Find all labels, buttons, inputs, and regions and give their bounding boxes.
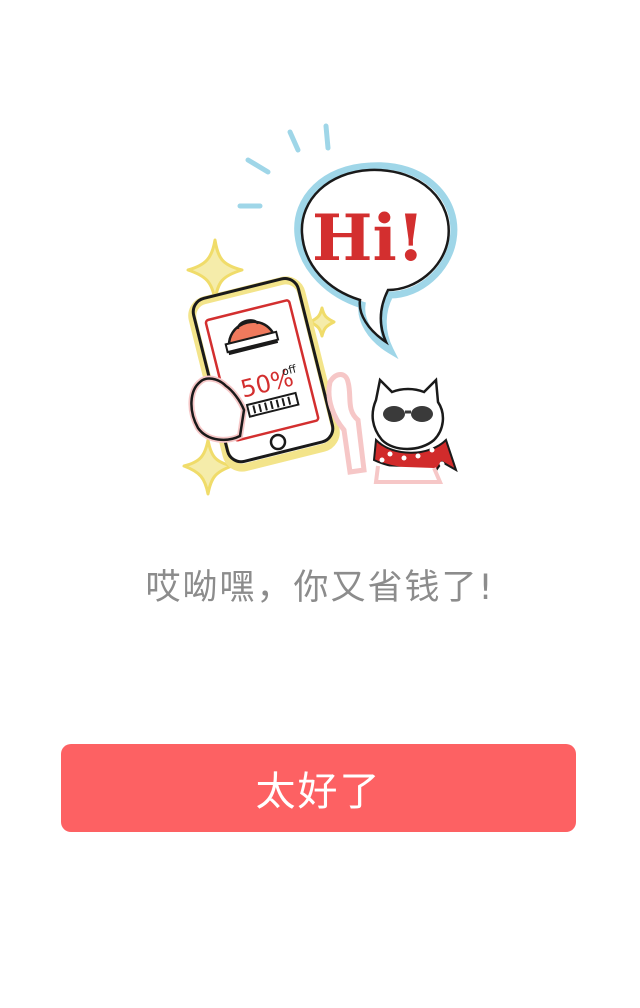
speech-text: Hi! bbox=[312, 201, 425, 276]
savings-illustration: Hi! 50% off bbox=[170, 110, 470, 510]
phone-icon: 50% off bbox=[188, 276, 340, 472]
cat-icon bbox=[326, 372, 458, 484]
savings-message: 哎呦嘿，你又省钱了! bbox=[145, 568, 495, 608]
confirm-button[interactable]: 太好了 bbox=[61, 744, 576, 832]
